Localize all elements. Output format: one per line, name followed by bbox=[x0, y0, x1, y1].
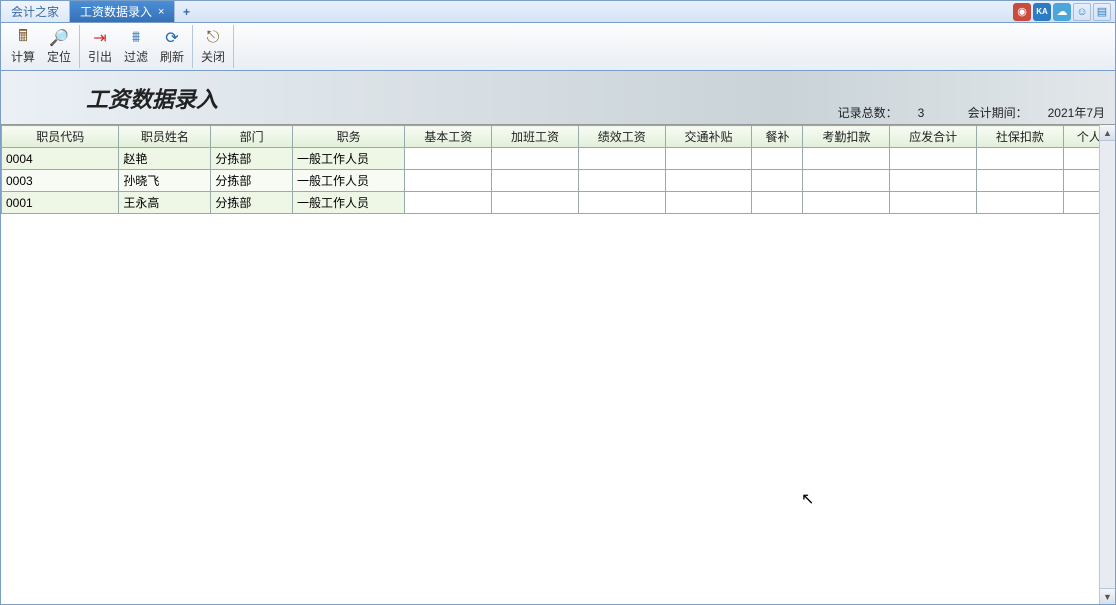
filter-button[interactable]: ⩩ 过滤 bbox=[118, 25, 154, 68]
button-label: 引出 bbox=[88, 48, 112, 65]
tab-label: 会计之家 bbox=[11, 3, 59, 20]
cell-attend[interactable] bbox=[803, 148, 890, 170]
table-row[interactable]: 0003孙晓飞分拣部一般工作人员 bbox=[2, 170, 1115, 192]
period: 会计期间：2021年7月 bbox=[948, 106, 1105, 120]
cell-job[interactable]: 一般工作人员 bbox=[293, 192, 405, 214]
vertical-scrollbar[interactable]: ▲ ▼ bbox=[1099, 125, 1115, 604]
col-social[interactable]: 社保扣款 bbox=[977, 126, 1064, 148]
cell-social[interactable] bbox=[977, 148, 1064, 170]
cell-name[interactable]: 孙晓飞 bbox=[119, 170, 211, 192]
cell-ot[interactable] bbox=[492, 192, 579, 214]
cell-meal[interactable] bbox=[752, 192, 803, 214]
cell-gross[interactable] bbox=[890, 170, 977, 192]
cell-code[interactable]: 0003 bbox=[2, 170, 119, 192]
refresh-button[interactable]: ⟳ 刷新 bbox=[154, 25, 190, 68]
status-bar: 记录总数：3 会计期间：2021年7月 bbox=[798, 104, 1105, 121]
button-label: 关闭 bbox=[201, 48, 225, 65]
export-button[interactable]: ⇥ 引出 bbox=[82, 25, 118, 68]
filter-icon: ⩩ bbox=[132, 28, 141, 48]
col-job[interactable]: 职务 bbox=[293, 126, 405, 148]
cell-perf[interactable] bbox=[578, 192, 665, 214]
col-trans[interactable]: 交通补贴 bbox=[665, 126, 752, 148]
cell-social[interactable] bbox=[977, 192, 1064, 214]
col-meal[interactable]: 餐补 bbox=[752, 126, 803, 148]
col-name[interactable]: 职员姓名 bbox=[119, 126, 211, 148]
exit-icon: ⎋ bbox=[207, 28, 220, 48]
table-row[interactable]: 0004赵艳分拣部一般工作人员 bbox=[2, 148, 1115, 170]
system-tray: ◉ KA ☁ ☺ ▤ bbox=[1013, 3, 1115, 21]
cell-base[interactable] bbox=[405, 192, 492, 214]
cell-perf[interactable] bbox=[578, 148, 665, 170]
close-icon[interactable]: × bbox=[158, 6, 164, 18]
page-title: 工资数据录入 bbox=[86, 82, 218, 114]
cell-gross[interactable] bbox=[890, 192, 977, 214]
col-code[interactable]: 职员代码 bbox=[2, 126, 119, 148]
cell-trans[interactable] bbox=[665, 148, 752, 170]
cell-base[interactable] bbox=[405, 148, 492, 170]
button-label: 计算 bbox=[11, 48, 35, 65]
cell-code[interactable]: 0004 bbox=[2, 148, 119, 170]
cell-base[interactable] bbox=[405, 170, 492, 192]
button-label: 过滤 bbox=[124, 48, 148, 65]
smile-icon[interactable]: ☺ bbox=[1073, 3, 1091, 21]
col-ot[interactable]: 加班工资 bbox=[492, 126, 579, 148]
cell-dept[interactable]: 分拣部 bbox=[211, 170, 293, 192]
tab-bar: 会计之家 工资数据录入 × + ◉ KA ☁ ☺ ▤ bbox=[1, 1, 1115, 23]
salary-grid[interactable]: 职员代码 职员姓名 部门 职务 基本工资 加班工资 绩效工资 交通补贴 餐补 考… bbox=[1, 125, 1115, 214]
cell-name[interactable]: 赵艳 bbox=[119, 148, 211, 170]
scroll-down-icon[interactable]: ▼ bbox=[1100, 588, 1115, 604]
cell-code[interactable]: 0001 bbox=[2, 192, 119, 214]
table-row[interactable]: 0001王永高分拣部一般工作人员 bbox=[2, 192, 1115, 214]
new-tab-button[interactable]: + bbox=[175, 5, 197, 19]
locate-button[interactable]: 🔎 定位 bbox=[41, 25, 77, 68]
binoculars-icon: 🔎 bbox=[49, 28, 69, 48]
plus-icon: + bbox=[183, 5, 190, 19]
ka-icon[interactable]: KA bbox=[1033, 3, 1051, 21]
notification-icon[interactable]: ◉ bbox=[1013, 3, 1031, 21]
cell-name[interactable]: 王永高 bbox=[119, 192, 211, 214]
cell-dept[interactable]: 分拣部 bbox=[211, 148, 293, 170]
refresh-icon: ⟳ bbox=[165, 28, 178, 48]
close-button[interactable]: ⎋ 关闭 bbox=[195, 25, 231, 68]
toolbar: 🖩 计算 🔎 定位 ⇥ 引出 ⩩ 过滤 ⟳ 刷新 ⎋ 关闭 bbox=[1, 23, 1115, 71]
chat-icon[interactable]: ▤ bbox=[1093, 3, 1111, 21]
calculator-icon: 🖩 bbox=[18, 28, 28, 48]
tab-label: 工资数据录入 bbox=[80, 3, 152, 20]
button-label: 定位 bbox=[47, 48, 71, 65]
cell-dept[interactable]: 分拣部 bbox=[211, 192, 293, 214]
record-count: 记录总数：3 bbox=[818, 106, 925, 120]
cell-trans[interactable] bbox=[665, 192, 752, 214]
cell-social[interactable] bbox=[977, 170, 1064, 192]
cell-perf[interactable] bbox=[578, 170, 665, 192]
col-attend[interactable]: 考勤扣款 bbox=[803, 126, 890, 148]
table-header-row: 职员代码 职员姓名 部门 职务 基本工资 加班工资 绩效工资 交通补贴 餐补 考… bbox=[2, 126, 1115, 148]
grid-wrapper: 职员代码 职员姓名 部门 职务 基本工资 加班工资 绩效工资 交通补贴 餐补 考… bbox=[1, 125, 1115, 604]
button-label: 刷新 bbox=[160, 48, 184, 65]
tab-salary-entry[interactable]: 工资数据录入 × bbox=[70, 1, 175, 22]
cloud-icon[interactable]: ☁ bbox=[1053, 3, 1071, 21]
cell-trans[interactable] bbox=[665, 170, 752, 192]
cell-meal[interactable] bbox=[752, 170, 803, 192]
page-banner: 工资数据录入 记录总数：3 会计期间：2021年7月 bbox=[1, 71, 1115, 125]
cell-gross[interactable] bbox=[890, 148, 977, 170]
col-base[interactable]: 基本工资 bbox=[405, 126, 492, 148]
cell-attend[interactable] bbox=[803, 192, 890, 214]
tab-home[interactable]: 会计之家 bbox=[1, 1, 70, 22]
export-icon: ⇥ bbox=[93, 28, 106, 48]
cell-ot[interactable] bbox=[492, 170, 579, 192]
col-dept[interactable]: 部门 bbox=[211, 126, 293, 148]
cell-meal[interactable] bbox=[752, 148, 803, 170]
cell-ot[interactable] bbox=[492, 148, 579, 170]
scroll-up-icon[interactable]: ▲ bbox=[1100, 125, 1115, 141]
calc-button[interactable]: 🖩 计算 bbox=[5, 25, 41, 68]
cell-attend[interactable] bbox=[803, 170, 890, 192]
col-perf[interactable]: 绩效工资 bbox=[578, 126, 665, 148]
col-gross[interactable]: 应发合计 bbox=[890, 126, 977, 148]
cell-job[interactable]: 一般工作人员 bbox=[293, 148, 405, 170]
cell-job[interactable]: 一般工作人员 bbox=[293, 170, 405, 192]
